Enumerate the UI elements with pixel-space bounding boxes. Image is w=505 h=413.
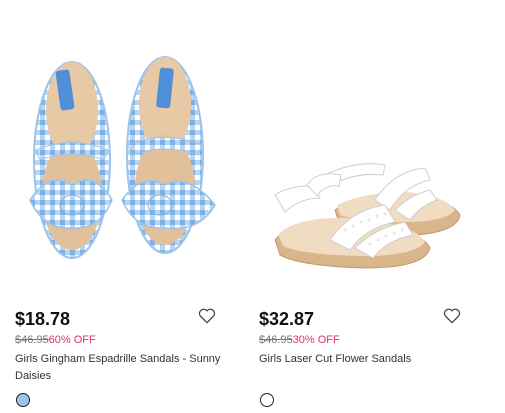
sale-price: $18.78 bbox=[15, 309, 71, 329]
original-price: $46.95 bbox=[15, 334, 49, 346]
sandal-illustration bbox=[29, 56, 216, 259]
product-image-gingham-sandals[interactable] bbox=[0, 0, 245, 295]
discount-label: 60% OFF bbox=[48, 334, 96, 346]
product-card[interactable]: $32.87 $46.9530% OFF Girls Laser Cut Flo… bbox=[245, 0, 490, 413]
color-swatch[interactable] bbox=[260, 393, 274, 407]
color-swatch[interactable] bbox=[16, 393, 30, 407]
price-line: $46.9530% OFF bbox=[259, 334, 340, 346]
product-image-laser-cut-sandals[interactable] bbox=[245, 0, 490, 295]
sale-price: $32.87 bbox=[259, 309, 315, 329]
price-line: $46.9560% OFF bbox=[15, 334, 96, 346]
sandal-illustration bbox=[274, 163, 461, 269]
discount-label: 30% OFF bbox=[292, 334, 340, 346]
heart-outline-icon[interactable] bbox=[443, 308, 461, 324]
product-card[interactable]: $18.78 $46.9560% OFF Girls Gingham Espad… bbox=[0, 0, 245, 413]
heart-outline-icon[interactable] bbox=[198, 308, 216, 324]
original-price: $46.95 bbox=[259, 334, 293, 346]
product-title[interactable]: Girls Laser Cut Flower Sandals bbox=[259, 351, 474, 368]
product-title[interactable]: Girls Gingham Espadrille Sandals - Sunny… bbox=[15, 351, 230, 385]
